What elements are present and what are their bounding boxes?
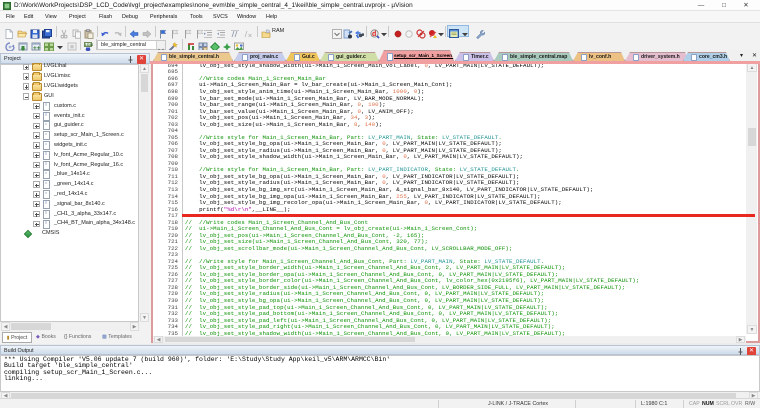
svg-text:d: d: [372, 31, 376, 38]
svg-text:LOAD: LOAD: [85, 43, 93, 47]
